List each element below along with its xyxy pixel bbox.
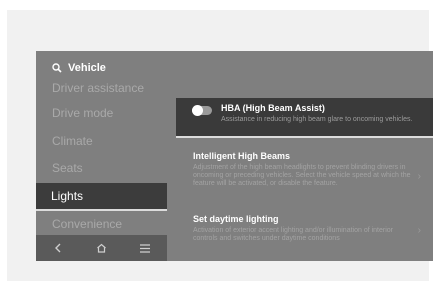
sidebar-item-lights[interactable]: Lights [36, 183, 167, 211]
search-icon[interactable] [52, 63, 62, 73]
hba-title: HBA (High Beam Assist) [221, 103, 325, 113]
toggle-knob [192, 105, 203, 116]
sidebar-item-convenience[interactable]: Convenience [52, 217, 122, 231]
sidebar-item-label: Convenience [52, 217, 123, 231]
sidebar-item-climate[interactable]: Climate [52, 134, 93, 148]
sidebar-item-drive-mode[interactable]: Drive mode [52, 106, 113, 120]
header: Vehicle [52, 62, 106, 74]
sidebar-item-driver-assistance[interactable]: Driver assistance [52, 81, 144, 95]
home-icon[interactable] [91, 238, 111, 258]
daytime-lighting-row[interactable]: Set daytime lighting Activation of exter… [193, 214, 413, 243]
menu-icon[interactable] [135, 238, 155, 258]
infotainment-screen: Driver assistance Drive mode Climate Sea… [36, 51, 433, 261]
sidebar-item-seats[interactable]: Seats [52, 161, 83, 175]
hba-description: Assistance in reducing high beam glare t… [221, 116, 413, 123]
sidebar: Driver assistance Drive mode Climate Sea… [36, 51, 167, 261]
sidebar-item-label: Driver assistance [52, 81, 145, 95]
intelligent-high-beams-title: Intelligent High Beams [193, 151, 291, 161]
intelligent-high-beams-description: Adjustment of the high beam headlights t… [193, 164, 411, 187]
chevron-right-icon[interactable]: › [418, 225, 421, 236]
page-title: Vehicle [68, 62, 106, 74]
page-frame: Driver assistance Drive mode Climate Sea… [7, 10, 433, 281]
bottom-nav [36, 235, 167, 261]
hba-toggle[interactable] [192, 105, 212, 116]
sidebar-item-label: Drive mode [52, 106, 114, 120]
hba-setting-row[interactable]: HBA (High Beam Assist) Assistance in red… [176, 98, 433, 138]
back-icon[interactable] [48, 238, 68, 258]
intelligent-high-beams-row[interactable]: Intelligent High Beams Adjustment of the… [193, 151, 413, 188]
daytime-lighting-description: Activation of exterior accent lighting a… [193, 227, 393, 242]
daytime-lighting-title: Set daytime lighting [193, 214, 279, 224]
sidebar-item-label: Lights [51, 189, 84, 203]
sidebar-item-label: Seats [52, 161, 83, 175]
chevron-right-icon[interactable]: › [418, 171, 421, 182]
sidebar-item-label: Climate [52, 134, 93, 148]
